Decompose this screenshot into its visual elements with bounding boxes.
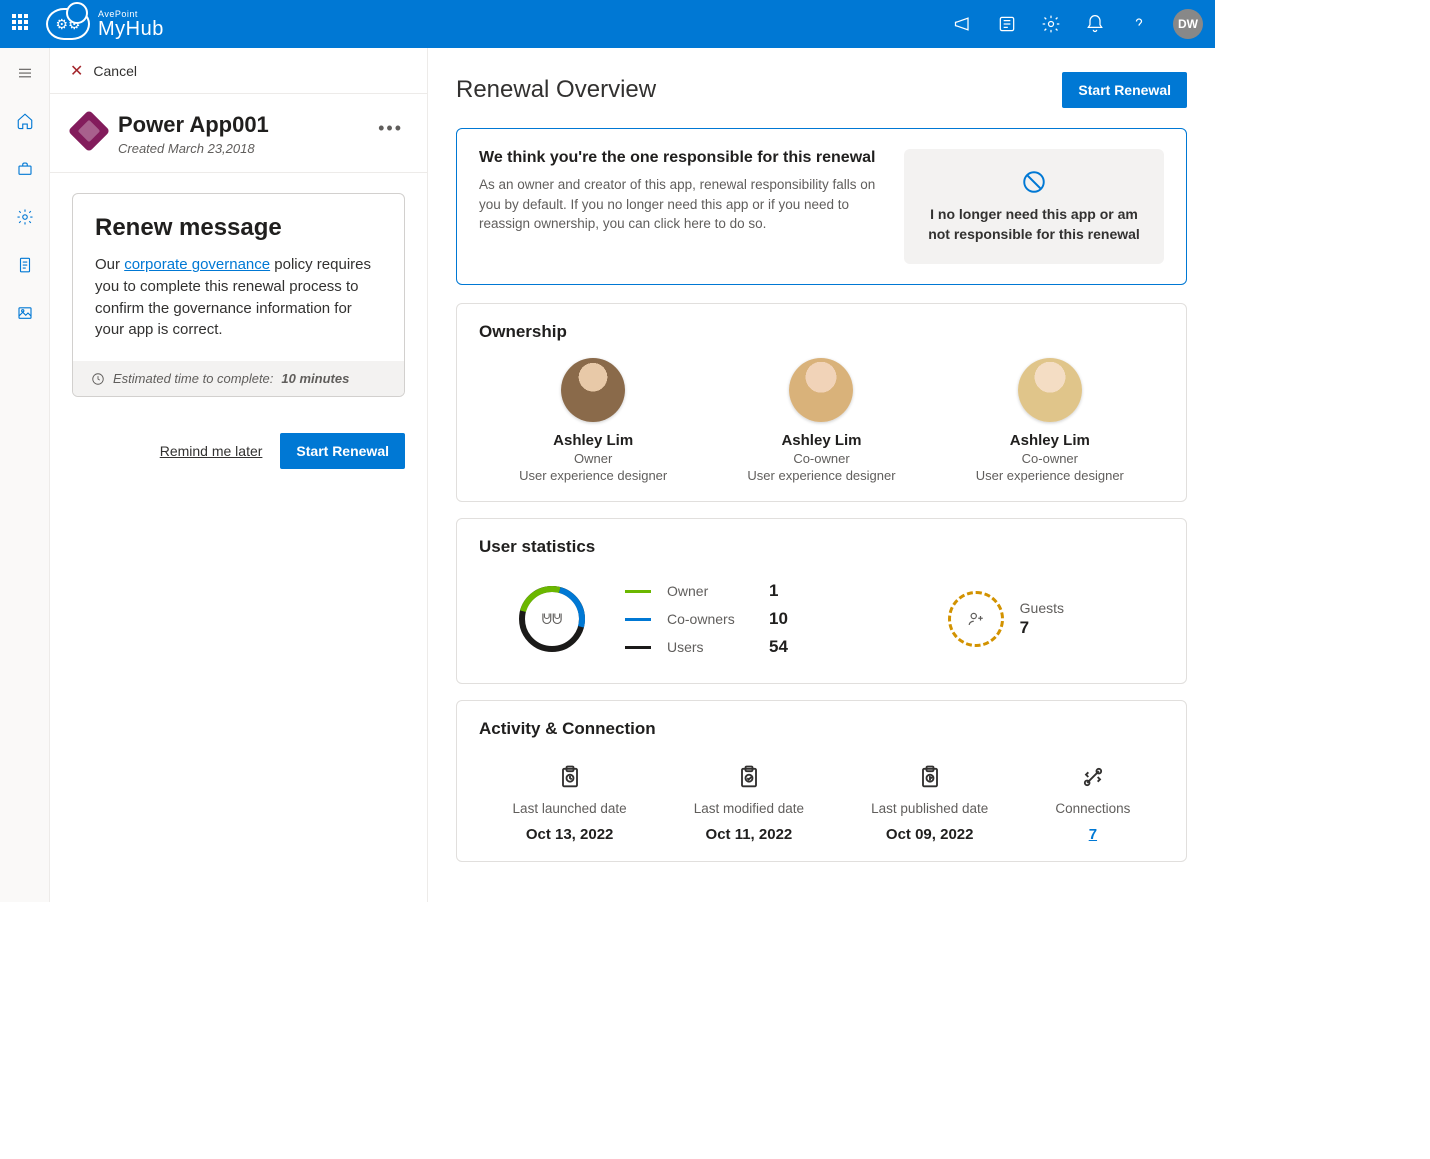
activity-item: Last published date Oct 09, 2022	[871, 763, 988, 843]
legend-value: 10	[769, 609, 788, 629]
gear-icon[interactable]	[6, 198, 44, 236]
brand-logo[interactable]: ⚙⚙ AvePoint MyHub	[46, 8, 164, 40]
app-created-date: Created March 23,2018	[118, 141, 269, 156]
activity-item: Last modified date Oct 11, 2022	[694, 763, 804, 843]
cloud-icon: ⚙⚙	[46, 8, 90, 40]
app-title: Power App001	[118, 112, 269, 138]
activity-title: Activity & Connection	[479, 719, 1164, 739]
briefcase-icon[interactable]	[6, 150, 44, 188]
settings-gear-icon[interactable]	[1041, 14, 1061, 34]
ownership-card: Ownership Ashley Lim Owner User experien…	[456, 303, 1187, 502]
legend-color-bar	[625, 590, 651, 593]
activity-item: Last launched date Oct 13, 2022	[513, 763, 627, 843]
activity-value-link[interactable]: 7	[1089, 826, 1097, 843]
owner-item[interactable]: Ashley Lim Owner User experience designe…	[519, 358, 667, 483]
no-longer-need-button[interactable]: I no longer need this app or am not resp…	[904, 149, 1164, 264]
owner-role: Owner	[574, 451, 612, 466]
legend-value: 1	[769, 581, 778, 601]
avatar	[1018, 358, 1082, 422]
stats-title: User statistics	[479, 537, 1164, 557]
renew-eta: Estimated time to complete: 10 minutes	[73, 361, 404, 396]
guests-value: 7	[1020, 618, 1064, 638]
people-icon: ᕰᕰ	[542, 611, 563, 628]
stat-legend-row: Co-owners 10	[625, 609, 788, 629]
apps-icon[interactable]	[997, 14, 1017, 34]
owner-name: Ashley Lim	[781, 432, 861, 449]
owner-job-title: User experience designer	[976, 468, 1124, 483]
avatar	[789, 358, 853, 422]
activity-label: Last published date	[871, 801, 988, 816]
responsibility-banner: We think you're the one responsible for …	[456, 128, 1187, 285]
legend-color-bar	[625, 618, 651, 621]
home-icon[interactable]	[6, 102, 44, 140]
owner-name: Ashley Lim	[553, 432, 633, 449]
remind-later-link[interactable]: Remind me later	[160, 443, 263, 459]
prohibit-icon	[1021, 169, 1047, 195]
top-bar: ⚙⚙ AvePoint MyHub DW	[0, 0, 1215, 48]
activity-label: Connections	[1055, 801, 1130, 816]
start-renewal-button-left[interactable]: Start Renewal	[280, 433, 405, 469]
stat-legend-row: Owner 1	[625, 581, 788, 601]
activity-icon	[735, 763, 763, 791]
activity-value: Oct 11, 2022	[706, 826, 793, 843]
renew-text: Our corporate governance policy requires…	[95, 254, 382, 341]
guest-icon	[967, 610, 985, 628]
owner-name: Ashley Lim	[1010, 432, 1090, 449]
renew-message-card: Renew message Our corporate governance p…	[72, 193, 405, 397]
user-avatar[interactable]: DW	[1173, 9, 1203, 39]
image-icon[interactable]	[6, 294, 44, 332]
banner-title: We think you're the one responsible for …	[479, 149, 886, 167]
guests-ring-chart	[948, 591, 1004, 647]
nav-rail	[0, 48, 50, 902]
legend-label: Users	[667, 639, 753, 655]
main-pane: Renewal Overview Start Renewal We think …	[428, 48, 1215, 902]
renew-title: Renew message	[95, 214, 382, 242]
help-icon[interactable]	[1129, 14, 1149, 34]
user-statistics-card: User statistics ᕰᕰ Owner 1 Co-owners 10 …	[456, 518, 1187, 684]
activity-card: Activity & Connection Last launched date…	[456, 700, 1187, 862]
app-header: Power App001 Created March 23,2018 •••	[50, 94, 427, 173]
activity-icon	[556, 763, 584, 791]
activity-icon	[916, 763, 944, 791]
banner-text: As an owner and creator of this app, ren…	[479, 175, 886, 234]
close-icon: ✕	[70, 61, 83, 81]
page-title: Renewal Overview	[456, 76, 656, 104]
brand-name: MyHub	[98, 19, 164, 39]
owner-job-title: User experience designer	[747, 468, 895, 483]
powerapp-icon	[68, 110, 110, 152]
document-icon[interactable]	[6, 246, 44, 284]
activity-icon	[1079, 763, 1107, 791]
start-renewal-button[interactable]: Start Renewal	[1062, 72, 1187, 108]
more-actions-icon[interactable]: •••	[378, 112, 403, 156]
bell-icon[interactable]	[1085, 14, 1105, 34]
activity-value: Oct 13, 2022	[526, 826, 614, 843]
ownership-title: Ownership	[479, 322, 1164, 342]
avatar	[561, 358, 625, 422]
legend-label: Owner	[667, 583, 753, 599]
stat-legend-row: Users 54	[625, 637, 788, 657]
cancel-button[interactable]: ✕ Cancel	[50, 48, 427, 94]
legend-label: Co-owners	[667, 611, 753, 627]
activity-value: Oct 09, 2022	[886, 826, 974, 843]
megaphone-icon[interactable]	[953, 14, 973, 34]
owner-role: Co-owner	[1022, 451, 1078, 466]
clock-icon	[91, 372, 105, 386]
guests-label: Guests	[1020, 600, 1064, 616]
hamburger-icon[interactable]	[6, 54, 44, 92]
activity-item: Connections 7	[1055, 763, 1130, 843]
legend-color-bar	[625, 646, 651, 649]
owner-item[interactable]: Ashley Lim Co-owner User experience desi…	[747, 358, 895, 483]
app-launcher-icon[interactable]	[12, 14, 32, 34]
owner-item[interactable]: Ashley Lim Co-owner User experience desi…	[976, 358, 1124, 483]
owner-role: Co-owner	[793, 451, 849, 466]
owner-job-title: User experience designer	[519, 468, 667, 483]
corporate-governance-link[interactable]: corporate governance	[124, 256, 270, 273]
left-pane: ✕ Cancel Power App001 Created March 23,2…	[50, 48, 428, 902]
legend-value: 54	[769, 637, 788, 657]
activity-label: Last launched date	[513, 801, 627, 816]
activity-label: Last modified date	[694, 801, 804, 816]
stats-donut-chart: ᕰᕰ	[519, 586, 585, 652]
banner-right-text: I no longer need this app or am not resp…	[922, 205, 1146, 244]
cancel-label: Cancel	[93, 63, 137, 79]
